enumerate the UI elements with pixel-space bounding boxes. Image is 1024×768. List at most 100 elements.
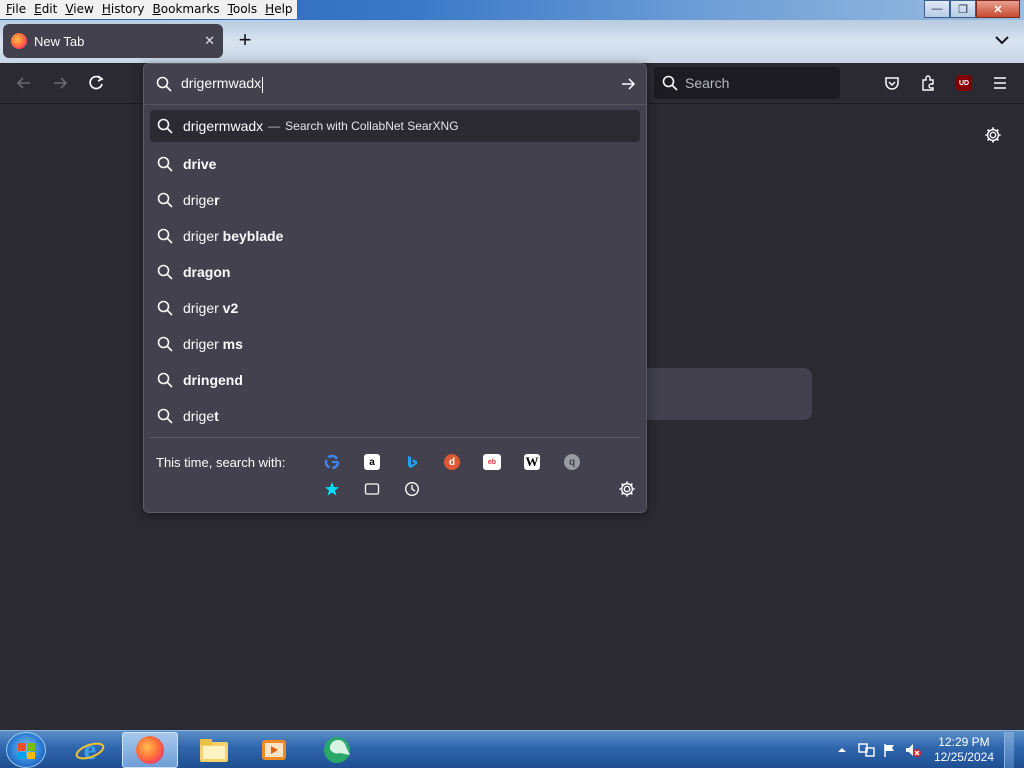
search-suggestion[interactable]: dringend (150, 362, 640, 398)
suggestion-text: driget (183, 408, 219, 424)
suggestion-text: driger ms (183, 336, 243, 352)
one-off-label: This time, search with: (156, 455, 286, 470)
internet-explorer-taskbar-icon[interactable]: e (62, 732, 118, 768)
address-bar-popup: drigermwadx drigermwadx — Search with Co… (143, 63, 647, 513)
tabs-icon[interactable] (352, 478, 392, 500)
window-controls: — ❐ ✕ (924, 0, 1020, 18)
amazon-icon[interactable]: a (352, 451, 392, 473)
list-all-tabs-icon[interactable] (992, 30, 1012, 50)
minimize-button[interactable]: — (924, 0, 950, 18)
back-arrow-icon[interactable] (14, 73, 34, 93)
pocket-icon[interactable] (882, 73, 902, 93)
address-bar-text[interactable]: drigermwadx (181, 75, 264, 93)
menu-history[interactable]: History (98, 0, 149, 19)
go-arrow-icon[interactable] (620, 76, 636, 92)
personalize-gear-icon[interactable] (984, 126, 1002, 144)
search-suggestion[interactable]: driger (150, 182, 640, 218)
suggestion-text: dragon (183, 264, 231, 280)
search-icon (157, 372, 173, 388)
search-suggestion[interactable]: drive (150, 146, 640, 182)
search-engine-suggestion[interactable]: drigermwadx — Search with CollabNet Sear… (150, 110, 640, 142)
clock-time: 12:29 PM (938, 735, 990, 749)
ublock-origin-icon[interactable]: UD (956, 75, 972, 91)
search-modes (312, 478, 432, 500)
bing-icon[interactable] (392, 451, 432, 473)
search-settings-gear-icon[interactable] (618, 480, 636, 498)
google-icon[interactable] (312, 451, 352, 473)
search-bar[interactable]: Search (654, 67, 840, 99)
app-taskbar-icon[interactable] (310, 732, 366, 768)
action-center-flag-icon[interactable] (882, 742, 898, 758)
reload-icon[interactable] (86, 73, 106, 93)
search-suggestion[interactable]: driger beyblade (150, 218, 640, 254)
menu-edit[interactable]: Edit (30, 0, 61, 19)
search-icon (157, 118, 173, 134)
firefox-icon (11, 33, 27, 49)
suggestion-text: driger beyblade (183, 228, 284, 244)
file-explorer-taskbar-icon[interactable] (186, 732, 242, 768)
svg-text:e: e (84, 735, 96, 765)
app-menu-icon[interactable] (990, 73, 1010, 93)
windows-taskbar: e 12:29 PM 12/25/2024 (0, 730, 1024, 768)
suggestion-text: drive (183, 156, 217, 172)
maximize-button[interactable]: ❐ (950, 0, 976, 18)
new-tab-button[interactable]: + (234, 29, 256, 52)
search-icon (157, 336, 173, 352)
search-suggestion[interactable]: driger v2 (150, 290, 640, 326)
network-icon[interactable] (858, 742, 876, 758)
show-desktop-button[interactable] (1004, 732, 1014, 768)
close-window-button[interactable]: ✕ (976, 0, 1020, 18)
clock[interactable]: 12:29 PM 12/25/2024 (934, 735, 994, 765)
suggestion-text: driger (183, 192, 220, 208)
menu-view[interactable]: View (61, 0, 97, 19)
suggestion-list: drigermwadx — Search with CollabNet Sear… (150, 110, 640, 434)
page-search-card (646, 368, 812, 420)
menu-help[interactable]: Help (261, 0, 296, 19)
menu-tools[interactable]: Tools (224, 0, 262, 19)
volume-muted-icon[interactable] (904, 742, 922, 758)
tab-strip: New Tab ✕ + (0, 20, 1024, 63)
search-suggestion[interactable]: dragon (150, 254, 640, 290)
search-icon (157, 300, 173, 316)
suggestion-separator: — (268, 119, 281, 133)
menu-bar: File Edit View History Bookmarks Tools Help (0, 0, 297, 19)
firefox-icon (136, 736, 164, 764)
search-icon (157, 408, 173, 424)
search-icon (157, 192, 173, 208)
window-titlebar: File Edit View History Bookmarks Tools Help — … (0, 0, 1024, 20)
forward-arrow-icon[interactable] (50, 73, 70, 93)
tab-new-tab[interactable]: New Tab ✕ (3, 24, 223, 58)
media-player-taskbar-icon[interactable] (246, 732, 302, 768)
suggestion-text: dringend (183, 372, 243, 388)
suggestion-text: drigermwadx (183, 118, 264, 134)
wikipedia-icon[interactable]: W (512, 451, 552, 473)
duckduckgo-icon[interactable]: d (432, 451, 472, 473)
search-icon (156, 76, 172, 92)
tab-title: New Tab (34, 33, 85, 49)
search-placeholder: Search (685, 75, 730, 91)
search-suggestion[interactable]: driger ms (150, 326, 640, 362)
windows-logo-icon (18, 743, 35, 759)
show-hidden-icons-icon[interactable] (836, 744, 848, 756)
menu-bookmarks[interactable]: Bookmarks (149, 0, 224, 19)
search-icon (157, 264, 173, 280)
tab-close-icon[interactable]: ✕ (204, 33, 215, 49)
history-icon[interactable] (392, 478, 432, 500)
one-off-divider (150, 437, 640, 438)
searxng-icon[interactable]: q (552, 451, 592, 473)
clock-date: 12/25/2024 (933, 750, 994, 764)
search-icon (157, 156, 173, 172)
menu-file[interactable]: File (2, 0, 30, 19)
search-icon (662, 75, 678, 91)
search-suggestion[interactable]: driget (150, 398, 640, 434)
address-bar-input[interactable]: drigermwadx (144, 64, 646, 105)
firefox-taskbar-icon[interactable] (122, 732, 178, 768)
extensions-icon[interactable] (918, 73, 938, 93)
search-icon (157, 228, 173, 244)
suggestion-text: driger v2 (183, 300, 239, 316)
system-tray: 12:29 PM 12/25/2024 (836, 731, 1024, 768)
ebay-icon[interactable]: eb (472, 451, 512, 473)
text-caret (262, 76, 264, 93)
bookmarks-icon[interactable] (312, 478, 352, 500)
start-button[interactable] (6, 732, 46, 768)
